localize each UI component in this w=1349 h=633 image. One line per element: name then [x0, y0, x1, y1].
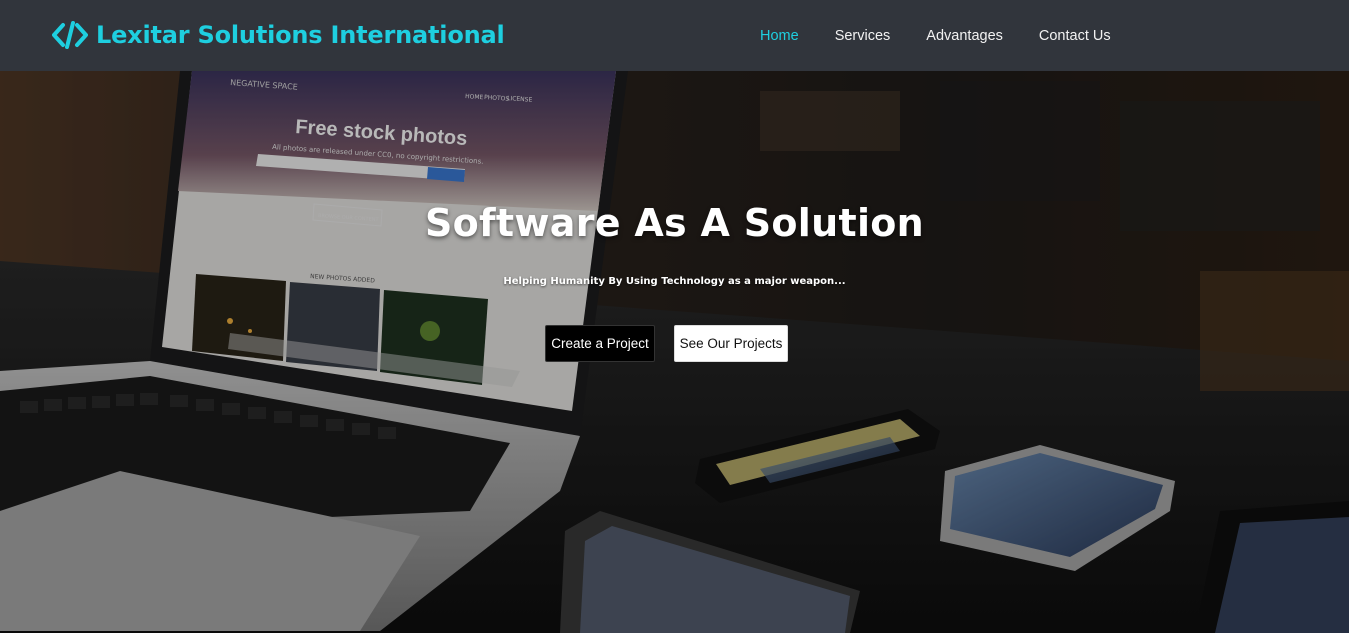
- nav-item-services[interactable]: Services: [817, 28, 909, 44]
- navbar: Lexitar Solutions International Home Ser…: [0, 0, 1349, 71]
- create-project-button[interactable]: Create a Project: [545, 325, 655, 362]
- hero-title: Software As A Solution: [424, 201, 925, 245]
- nav-item-advantages[interactable]: Advantages: [908, 28, 1021, 44]
- hero-subtitle: Helping Humanity By Using Technology as …: [503, 276, 846, 287]
- brand-name: Lexitar Solutions International: [96, 21, 505, 49]
- nav-item-home[interactable]: Home: [742, 28, 817, 44]
- brand-logo-link[interactable]: Lexitar Solutions International: [52, 18, 505, 52]
- hero-section: NEGATIVE SPACE HOME PHOTOS LICENSE Free …: [0, 71, 1349, 633]
- nav-item-contact-us[interactable]: Contact Us: [1021, 28, 1129, 44]
- nav-menu: Home Services Advantages Contact Us: [742, 0, 1129, 71]
- see-projects-button[interactable]: See Our Projects: [674, 325, 788, 362]
- code-brackets-icon: [52, 21, 88, 49]
